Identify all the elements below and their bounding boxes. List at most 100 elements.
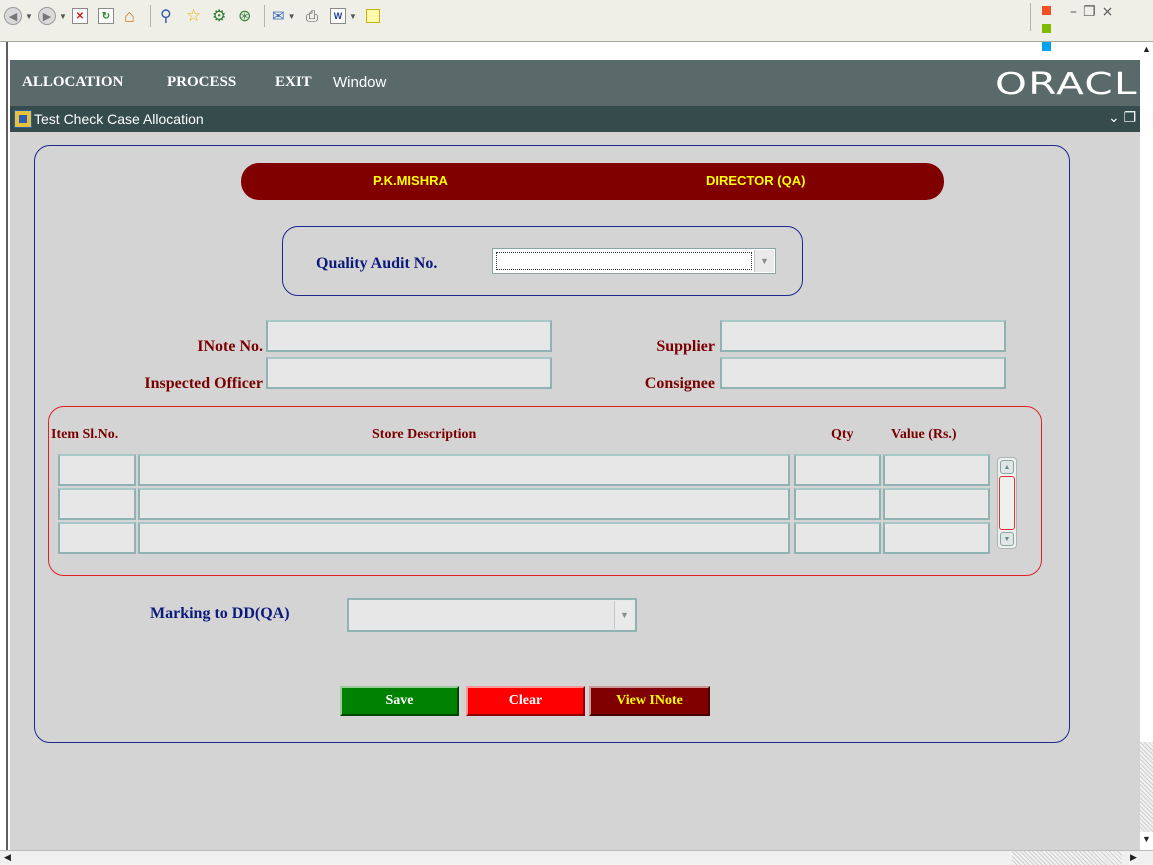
- value-cell[interactable]: [883, 454, 990, 486]
- form-title: Test Check Case Allocation: [34, 111, 204, 127]
- inspected-officer-field[interactable]: [266, 357, 552, 389]
- quality-audit-label: Quality Audit No.: [316, 255, 438, 272]
- column-header-item-sl-no: Item Sl.No.: [51, 427, 119, 442]
- menu-window[interactable]: Window: [333, 74, 386, 91]
- value-cell[interactable]: [883, 522, 990, 554]
- view-inote-button[interactable]: View INote: [589, 686, 710, 716]
- marking-dd-label: Marking to DD(QA): [150, 605, 290, 622]
- refresh-icon: ↻: [98, 8, 114, 24]
- store-description-cell[interactable]: [138, 454, 790, 486]
- star-icon: ☆: [186, 6, 202, 25]
- store-description-cell[interactable]: [138, 522, 790, 554]
- item-sl-no-cell[interactable]: [58, 522, 136, 554]
- menu-exit-label: EXIT: [275, 74, 312, 90]
- qty-cell[interactable]: [794, 454, 881, 486]
- scroll-left-icon[interactable]: ◀: [4, 852, 11, 863]
- forward-arrow-icon: ▶: [38, 7, 56, 25]
- forward-button[interactable]: ▶ ▼: [38, 5, 67, 27]
- toolbar-separator: [150, 5, 151, 27]
- inspected-officer-label: Inspected Officer: [144, 375, 263, 392]
- form-window-controls[interactable]: ⌄ ❐: [1108, 109, 1136, 126]
- clear-button[interactable]: Clear: [466, 686, 585, 716]
- window-controls: –❐×: [1070, 4, 1119, 20]
- chevron-down-icon[interactable]: ▼: [614, 601, 634, 629]
- quality-audit-box: Quality Audit No. ▼: [282, 226, 803, 296]
- scroll-up-icon[interactable]: ▲: [1000, 460, 1014, 474]
- scroll-down-icon[interactable]: ▼: [1000, 532, 1014, 546]
- store-description-cell[interactable]: [138, 488, 790, 520]
- page-vertical-scrollbar[interactable]: ▲ ▼: [1140, 42, 1153, 850]
- menu-process[interactable]: PROCESS: [167, 74, 236, 91]
- home-button[interactable]: ⌂: [124, 5, 135, 27]
- consignee-label: Consignee: [644, 375, 715, 392]
- stop-button[interactable]: ✕: [72, 5, 88, 27]
- favorites-button[interactable]: ☆: [186, 5, 201, 27]
- stop-icon: ✕: [72, 8, 88, 24]
- page-horizontal-scrollbar[interactable]: ◀ ▶: [0, 850, 1153, 865]
- items-scrollbar[interactable]: ▲ ▼: [997, 457, 1017, 549]
- close-icon[interactable]: ×: [1102, 4, 1120, 20]
- home-icon: ⌂: [124, 5, 135, 26]
- browser-toolbar: ◀ ▼ ▶ ▼ ✕ ↻ ⌂ ⚲ ☆ ⚙ ⊛ ✉ ▼ ⎙ W ▼ –❐×: [0, 0, 1153, 69]
- restore-icon[interactable]: ❐: [1124, 109, 1137, 125]
- scrollbar-track[interactable]: [1012, 851, 1122, 865]
- word-icon: W: [330, 8, 346, 24]
- note-icon: [366, 9, 380, 23]
- minimize-icon[interactable]: ⌄: [1108, 109, 1120, 125]
- scroll-down-icon[interactable]: ▼: [1142, 834, 1151, 844]
- restore-icon[interactable]: ❐: [1083, 4, 1102, 20]
- consignee-field[interactable]: [720, 357, 1006, 389]
- refresh-button[interactable]: ↻: [98, 5, 114, 27]
- supplier-label: Supplier: [656, 338, 715, 355]
- form-canvas: P.K.MISHRA DIRECTOR (QA) Quality Audit N…: [10, 132, 1140, 850]
- left-frame-border: [0, 42, 8, 850]
- column-header-qty: Qty: [831, 427, 854, 442]
- menu-allocation[interactable]: ALLOCATION: [22, 74, 123, 91]
- inote-no-field[interactable]: [266, 320, 552, 352]
- user-banner: P.K.MISHRA DIRECTOR (QA): [241, 163, 944, 200]
- media-icon: ⚙: [212, 8, 227, 25]
- back-button[interactable]: ◀ ▼: [4, 5, 33, 27]
- search-button[interactable]: ⚲: [160, 5, 172, 27]
- mail-button[interactable]: ✉ ▼: [272, 5, 296, 27]
- chevron-down-icon[interactable]: ▼: [754, 250, 774, 272]
- toolbar-separator: [264, 5, 265, 27]
- supplier-field[interactable]: [720, 320, 1006, 352]
- menu-process-label: PROCESS: [167, 74, 237, 90]
- scroll-right-icon[interactable]: ▶: [1130, 852, 1137, 863]
- items-table: Item Sl.No. Store Description Qty Value …: [48, 406, 1042, 576]
- item-sl-no-cell[interactable]: [58, 454, 136, 486]
- scroll-up-icon[interactable]: ▲: [1142, 44, 1151, 54]
- scrollbar-track[interactable]: [1140, 742, 1153, 832]
- value-cell[interactable]: [883, 488, 990, 520]
- form-title-bar: Test Check Case Allocation ⌄ ❐: [10, 106, 1140, 132]
- form-icon: [14, 110, 32, 128]
- history-icon: ⊛: [238, 8, 252, 25]
- history-button[interactable]: ⊛: [238, 5, 251, 27]
- media-button[interactable]: ⚙: [212, 5, 226, 27]
- quality-audit-value: [496, 252, 752, 270]
- menu-bar: ALLOCATION PROCESS EXIT Window ORACLE: [10, 60, 1153, 106]
- qty-cell[interactable]: [794, 522, 881, 554]
- search-icon: ⚲: [160, 8, 172, 25]
- user-name: P.K.MISHRA: [373, 173, 448, 188]
- oracle-logo: ORACLE: [995, 67, 1153, 102]
- scrollbar-thumb[interactable]: [999, 476, 1015, 530]
- menu-allocation-label: ALLOCATION: [22, 74, 124, 90]
- windows-logo-icon: [1030, 3, 1062, 69]
- print-button[interactable]: ⎙: [306, 5, 318, 27]
- column-header-value: Value (Rs.): [891, 427, 957, 442]
- quality-audit-select[interactable]: ▼: [492, 248, 776, 274]
- menu-window-label: Window: [333, 74, 387, 91]
- back-arrow-icon: ◀: [4, 7, 22, 25]
- minimize-icon[interactable]: –: [1070, 4, 1083, 20]
- item-sl-no-cell[interactable]: [58, 488, 136, 520]
- menu-exit[interactable]: EXIT: [275, 74, 312, 91]
- save-button[interactable]: Save: [340, 686, 459, 716]
- marking-dd-select[interactable]: ▼: [347, 598, 637, 632]
- column-header-store-description: Store Description: [372, 427, 477, 442]
- mail-icon: ✉: [272, 8, 285, 25]
- qty-cell[interactable]: [794, 488, 881, 520]
- discuss-button[interactable]: [366, 5, 380, 27]
- edit-button[interactable]: W ▼: [330, 5, 357, 27]
